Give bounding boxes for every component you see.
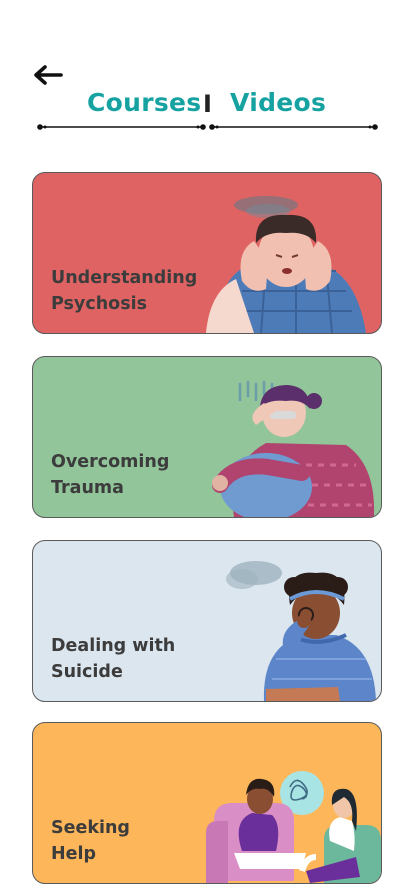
course-title: Overcoming Trauma bbox=[51, 452, 170, 498]
tab-courses[interactable]: Courses bbox=[87, 88, 201, 117]
arrow-left-icon bbox=[34, 65, 63, 85]
course-card-understanding-psychosis[interactable]: Understanding Psychosis bbox=[32, 172, 382, 334]
tab-separator: I bbox=[203, 90, 212, 118]
course-card-dealing-with-suicide[interactable]: Dealing with Suicide bbox=[32, 540, 382, 702]
course-title: Seeking Help bbox=[51, 818, 130, 864]
back-button[interactable] bbox=[32, 62, 64, 88]
tab-bar: Courses I Videos bbox=[0, 88, 414, 132]
course-title: Dealing with Suicide bbox=[51, 636, 176, 682]
tab-videos[interactable]: Videos bbox=[230, 88, 326, 117]
course-title: Understanding Psychosis bbox=[51, 268, 198, 314]
tab-underline bbox=[37, 124, 378, 130]
course-card-overcoming-trauma[interactable]: Overcoming Trauma bbox=[32, 356, 382, 518]
course-card-seeking-help[interactable]: Seeking Help bbox=[32, 722, 382, 884]
